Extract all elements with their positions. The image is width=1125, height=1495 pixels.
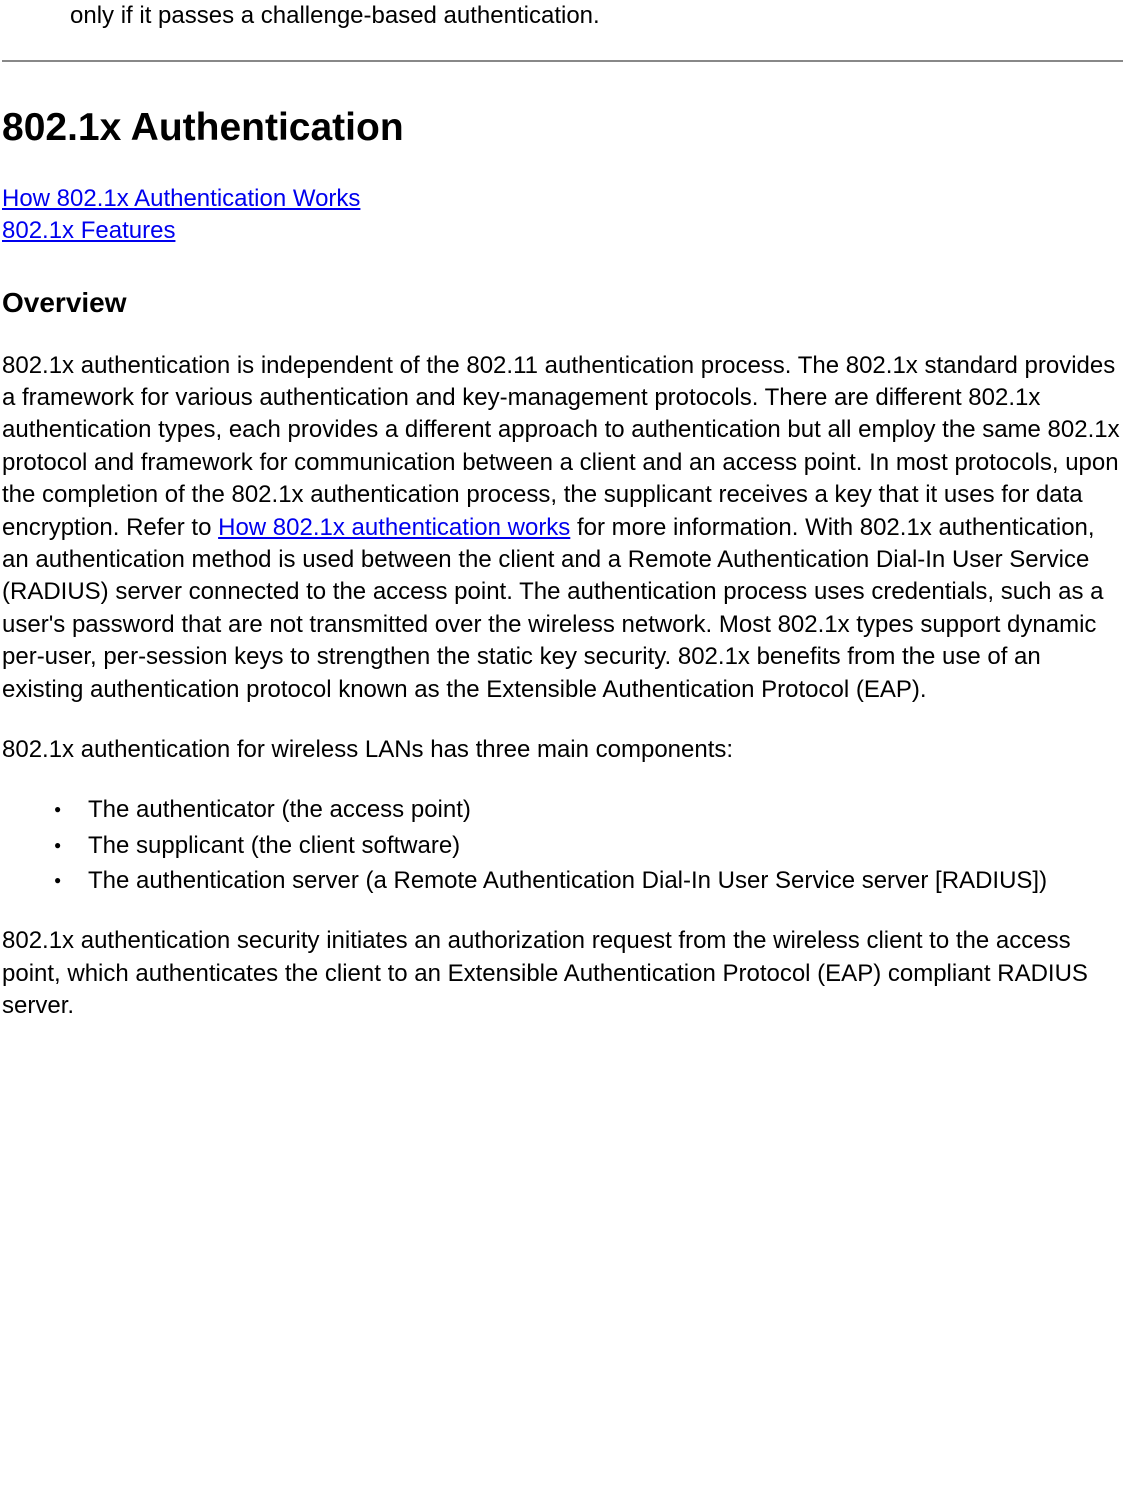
section-heading-8021x-authentication: 802.1x Authentication xyxy=(2,102,1123,155)
link-how-8021x-works-inline[interactable]: How 802.1x authentication works xyxy=(218,514,570,541)
section-divider xyxy=(2,60,1123,62)
overview-paragraph-1: 802.1x authentication is independent of … xyxy=(2,350,1123,706)
list-item: The authentication server (a Remote Auth… xyxy=(54,865,1123,897)
overview-p1-text-before-link: 802.1x authentication is independent of … xyxy=(2,352,1120,541)
overview-paragraph-2: 802.1x authentication for wireless LANs … xyxy=(2,734,1123,766)
components-list: The authenticator (the access point) The… xyxy=(2,794,1123,897)
intro-text-fragment: only if it passes a challenge-based auth… xyxy=(70,0,1123,32)
overview-heading: Overview xyxy=(2,284,1123,322)
list-item: The authenticator (the access point) xyxy=(54,794,1123,826)
link-8021x-features[interactable]: 802.1x Features xyxy=(2,215,1123,247)
section-links: How 802.1x Authentication Works 802.1x F… xyxy=(2,183,1123,248)
overview-p1-text-after-link: for more information. With 802.1x authen… xyxy=(2,514,1103,703)
link-how-8021x-works[interactable]: How 802.1x Authentication Works xyxy=(2,183,1123,215)
overview-paragraph-3: 802.1x authentication security initiates… xyxy=(2,925,1123,1022)
list-item: The supplicant (the client software) xyxy=(54,830,1123,862)
